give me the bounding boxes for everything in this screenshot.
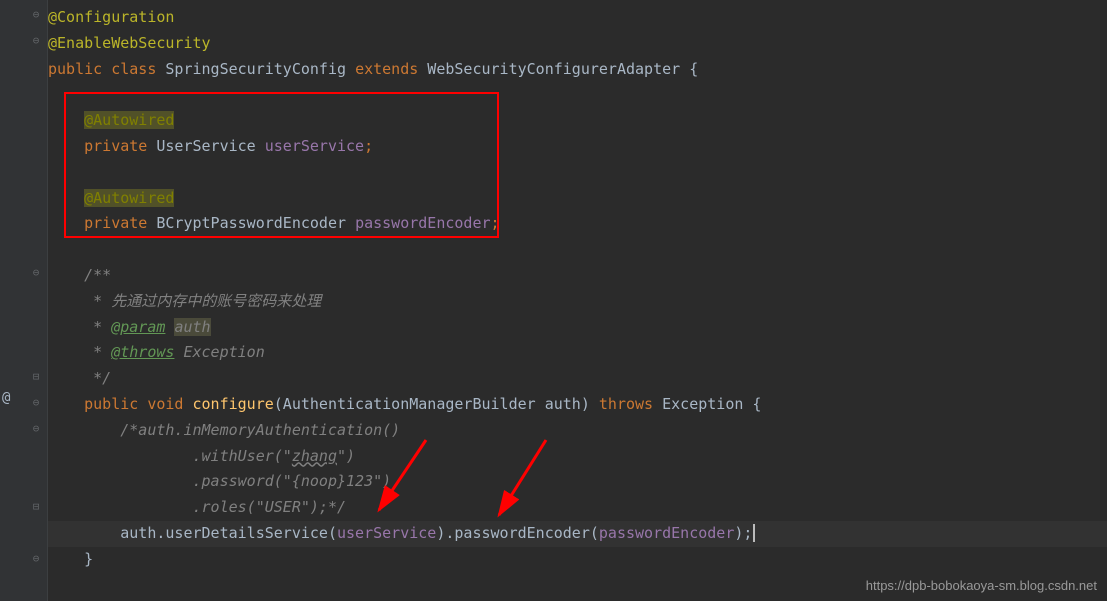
fold-icon[interactable]: ⊖ (28, 264, 44, 280)
fold-icon[interactable]: ⊖ (28, 420, 44, 436)
code-line: /*auth.inMemoryAuthentication() (48, 418, 1107, 444)
code-line: @Autowired (48, 108, 1107, 134)
code-line: @Autowired (48, 186, 1107, 212)
code-line: */ (48, 366, 1107, 392)
code-line (48, 82, 1107, 108)
fold-icon[interactable]: ⊖ (28, 394, 44, 410)
code-line: .password("{noop}123") (48, 469, 1107, 495)
code-line: * @param auth (48, 315, 1107, 341)
code-line: .withUser("zhang") (48, 444, 1107, 470)
code-line: private BCryptPasswordEncoder passwordEn… (48, 211, 1107, 237)
editor-gutter: ⊖ ⊖ ⊖ ⊟ ⊖ ⊖ ⊟ ⊖ @ (0, 0, 48, 601)
code-line: public class SpringSecurityConfig extend… (48, 57, 1107, 83)
text-cursor (753, 524, 755, 542)
code-line: * 先通过内存中的账号密码来处理 (48, 289, 1107, 315)
code-line-current: auth.userDetailsService(userService).pas… (48, 521, 1107, 547)
fold-icon[interactable]: ⊟ (28, 368, 44, 384)
code-editor[interactable]: @Configuration @EnableWebSecurity public… (48, 0, 1107, 573)
code-line: @Configuration (48, 5, 1107, 31)
watermark: https://dpb-bobokaoya-sm.blog.csdn.net (866, 578, 1097, 593)
code-line: /** (48, 263, 1107, 289)
code-line: * @throws Exception (48, 340, 1107, 366)
code-line: public void configure(AuthenticationMana… (48, 392, 1107, 418)
fold-icon[interactable]: ⊖ (28, 6, 44, 22)
code-line: private UserService userService; (48, 134, 1107, 160)
code-line (48, 237, 1107, 263)
code-line: } (48, 547, 1107, 573)
override-icon[interactable]: @ (2, 390, 10, 406)
code-line (48, 160, 1107, 186)
fold-icon[interactable]: ⊖ (28, 550, 44, 566)
fold-close-icon[interactable]: ⊟ (28, 498, 44, 514)
fold-icon[interactable]: ⊖ (28, 32, 44, 48)
code-line: @EnableWebSecurity (48, 31, 1107, 57)
code-line: .roles("USER");*/ (48, 495, 1107, 521)
